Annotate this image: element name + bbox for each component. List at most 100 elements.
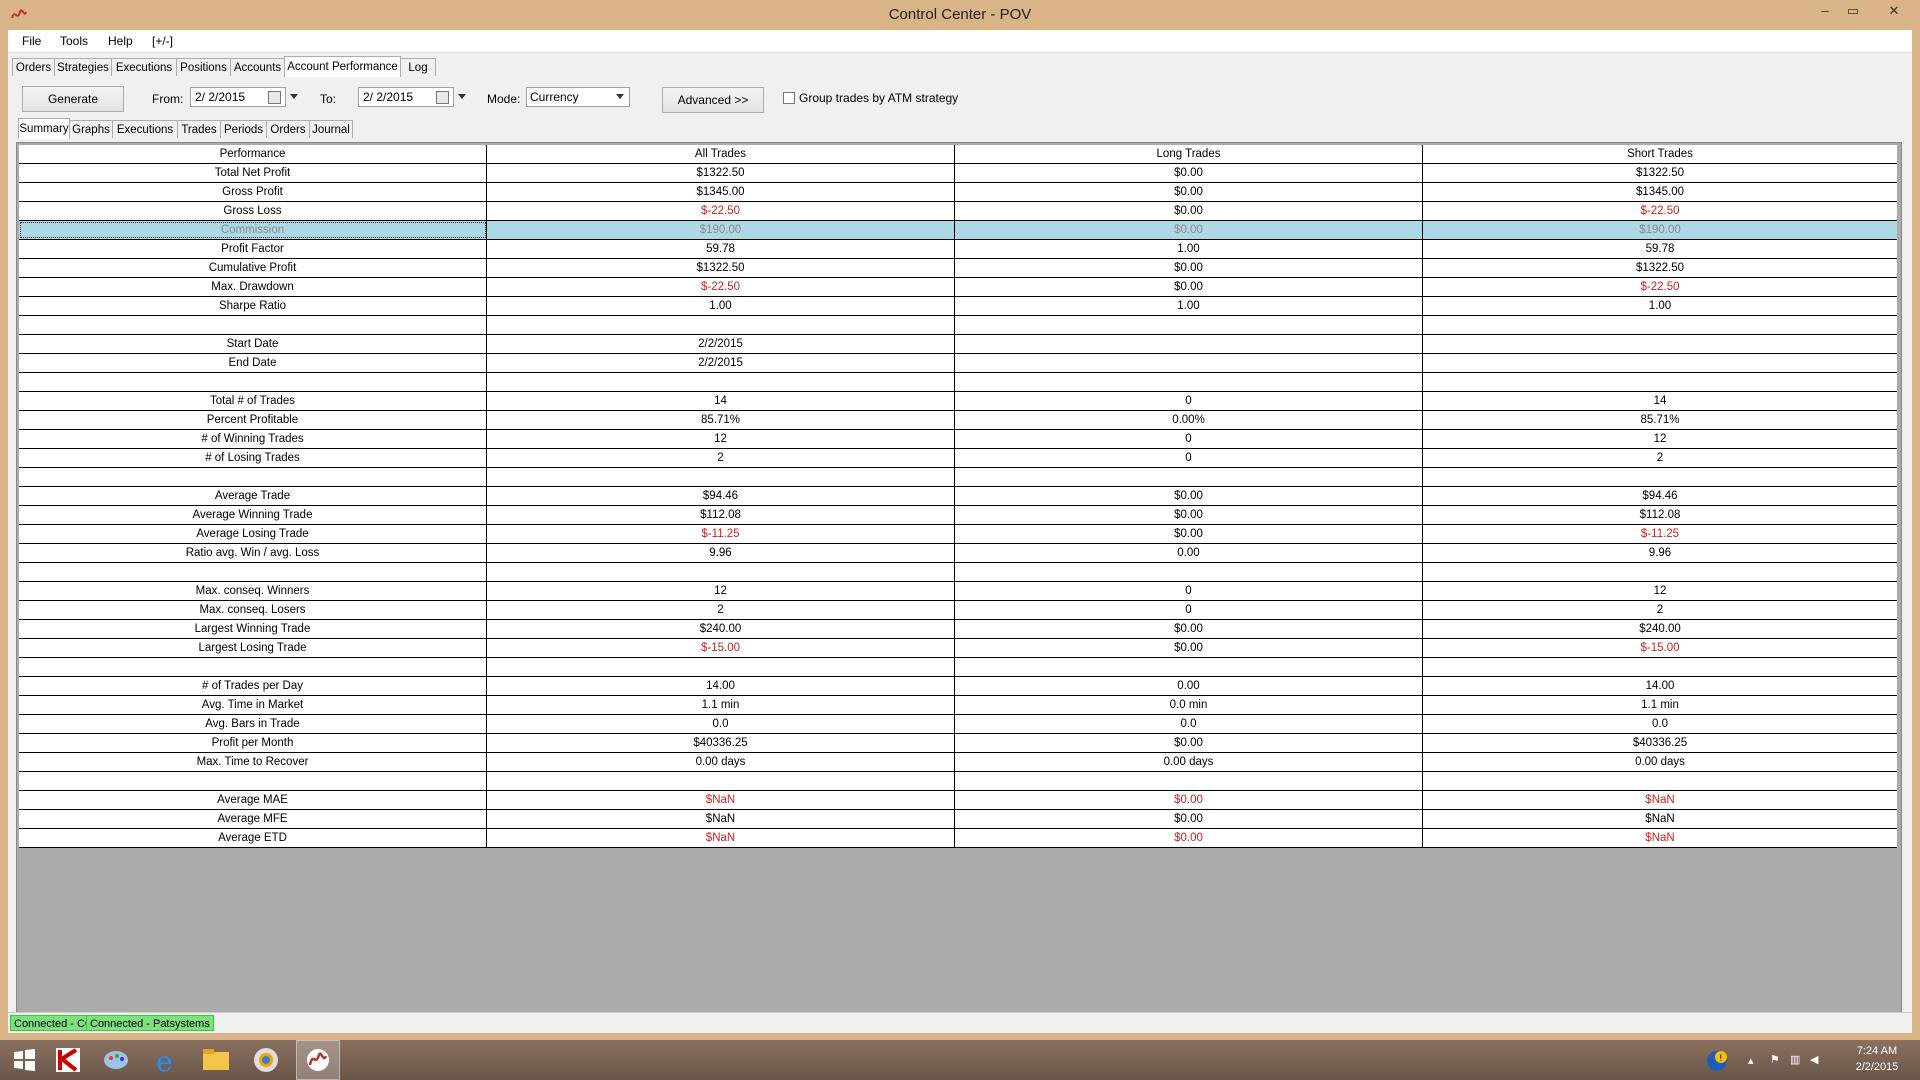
row-label-cell[interactable]: Commission (19, 221, 487, 239)
menu-expand[interactable]: [+/-] (152, 34, 173, 48)
all-trades-cell[interactable]: 14 (487, 392, 955, 410)
row-label-cell[interactable] (19, 772, 487, 790)
table-row[interactable]: Ratio avg. Win / avg. Loss 9.96 0.00 9.96 (19, 544, 1897, 563)
header-all-trades[interactable]: All Trades (487, 145, 955, 163)
long-trades-cell[interactable]: $0.00 (955, 278, 1423, 296)
all-trades-cell[interactable]: $-15.00 (487, 639, 955, 657)
long-trades-cell[interactable]: $0.00 (955, 183, 1423, 201)
short-trades-cell[interactable]: 9.96 (1423, 544, 1897, 562)
all-trades-cell[interactable]: $NaN (487, 829, 955, 847)
short-trades-cell[interactable]: 85.71% (1423, 411, 1897, 429)
all-trades-cell[interactable]: 1.1 min (487, 696, 955, 714)
short-trades-cell[interactable]: 0.0 (1423, 715, 1897, 733)
row-label-cell[interactable]: Largest Winning Trade (19, 620, 487, 638)
row-label-cell[interactable] (19, 468, 487, 486)
table-row[interactable]: Average Losing Trade $-11.25 $0.00 $-11.25 (19, 525, 1897, 544)
row-label-cell[interactable]: Total # of Trades (19, 392, 487, 410)
long-trades-cell[interactable]: $0.00 (955, 259, 1423, 277)
short-trades-cell[interactable] (1423, 335, 1897, 353)
network-icon[interactable]: ▥ (1790, 1053, 1800, 1066)
table-row[interactable]: End Date 2/2/2015 (19, 354, 1897, 373)
short-trades-cell[interactable]: $1345.00 (1423, 183, 1897, 201)
long-trades-cell[interactable]: 0 (955, 430, 1423, 448)
long-trades-cell[interactable]: $0.00 (955, 791, 1423, 809)
long-trades-cell[interactable]: 0.0 min (955, 696, 1423, 714)
tab-graphs[interactable]: Graphs (69, 120, 113, 138)
table-row[interactable]: Sharpe Ratio 1.00 1.00 1.00 (19, 297, 1897, 316)
internet-explorer-icon[interactable]: e (148, 1044, 184, 1076)
tab-orders[interactable]: Orders (12, 58, 55, 76)
menu-file[interactable]: File (22, 34, 41, 48)
row-label-cell[interactable]: End Date (19, 354, 487, 372)
long-trades-cell[interactable]: $0.00 (955, 164, 1423, 182)
minimize-button[interactable]: – (1810, 0, 1840, 22)
row-label-cell[interactable] (19, 658, 487, 676)
short-trades-cell[interactable]: $1322.50 (1423, 164, 1897, 182)
all-trades-cell[interactable]: $1322.50 (487, 259, 955, 277)
long-trades-cell[interactable] (955, 563, 1423, 581)
paint-icon[interactable] (98, 1044, 134, 1076)
long-trades-cell[interactable]: 1.00 (955, 297, 1423, 315)
long-trades-cell[interactable] (955, 772, 1423, 790)
short-trades-cell[interactable] (1423, 316, 1897, 334)
long-trades-cell[interactable] (955, 354, 1423, 372)
long-trades-cell[interactable]: $0.00 (955, 487, 1423, 505)
table-row[interactable] (19, 658, 1897, 677)
generate-button[interactable]: Generate (22, 86, 124, 112)
row-label-cell[interactable]: Percent Profitable (19, 411, 487, 429)
table-row[interactable]: Gross Loss $-22.50 $0.00 $-22.50 (19, 202, 1897, 221)
short-trades-cell[interactable] (1423, 373, 1897, 391)
tab-strategies[interactable]: Strategies (54, 58, 112, 76)
all-trades-cell[interactable]: 12 (487, 430, 955, 448)
all-trades-cell[interactable] (487, 563, 955, 581)
short-trades-cell[interactable] (1423, 658, 1897, 676)
row-label-cell[interactable]: Max. conseq. Losers (19, 601, 487, 619)
clock-time[interactable]: 7:24 AM (1852, 1045, 1902, 1057)
browser-icon[interactable] (248, 1044, 284, 1076)
notification-warning-icon[interactable]: ! (1706, 1050, 1728, 1072)
table-row[interactable]: Avg. Bars in Trade 0.0 0.0 0.0 (19, 715, 1897, 734)
all-trades-cell[interactable]: $240.00 (487, 620, 955, 638)
row-label-cell[interactable]: Max. Time to Recover (19, 753, 487, 771)
table-row[interactable]: Largest Losing Trade $-15.00 $0.00 $-15.00 (19, 639, 1897, 658)
row-label-cell[interactable]: Average MAE (19, 791, 487, 809)
table-row[interactable]: Percent Profitable 85.71% 0.00% 85.71% (19, 411, 1897, 430)
maximize-button[interactable]: ▭ (1838, 0, 1868, 22)
all-trades-cell[interactable]: 2 (487, 601, 955, 619)
table-row[interactable] (19, 563, 1897, 582)
short-trades-cell[interactable]: $NaN (1423, 810, 1897, 828)
table-row[interactable] (19, 316, 1897, 335)
from-date-picker[interactable]: 2/ 2/2015 (190, 87, 286, 107)
all-trades-cell[interactable]: $-11.25 (487, 525, 955, 543)
all-trades-cell[interactable]: 2/2/2015 (487, 335, 955, 353)
tab-account-performance[interactable]: Account Performance (284, 56, 401, 77)
short-trades-cell[interactable] (1423, 468, 1897, 486)
long-trades-cell[interactable]: 0 (955, 449, 1423, 467)
short-trades-cell[interactable]: $NaN (1423, 791, 1897, 809)
ninjatrader-taskbar-button[interactable] (296, 1040, 340, 1080)
file-explorer-icon[interactable] (198, 1044, 234, 1076)
all-trades-cell[interactable]: $NaN (487, 810, 955, 828)
all-trades-cell[interactable]: $1322.50 (487, 164, 955, 182)
short-trades-cell[interactable]: $190.00 (1423, 221, 1897, 239)
short-trades-cell[interactable]: $-22.50 (1423, 202, 1897, 220)
short-trades-cell[interactable]: 0.00 days (1423, 753, 1897, 771)
table-row[interactable]: Avg. Time in Market 1.1 min 0.0 min 1.1 min (19, 696, 1897, 715)
table-row[interactable]: Average ETD $NaN $0.00 $NaN (19, 829, 1897, 848)
all-trades-cell[interactable]: 2 (487, 449, 955, 467)
all-trades-cell[interactable]: $NaN (487, 791, 955, 809)
long-trades-cell[interactable]: 0.00 (955, 544, 1423, 562)
short-trades-cell[interactable]: 59.78 (1423, 240, 1897, 258)
title-bar[interactable]: Control Center - POV – ▭ ✕ (0, 0, 1920, 30)
tab-summary[interactable]: Summary (18, 118, 70, 139)
row-label-cell[interactable] (19, 563, 487, 581)
all-trades-cell[interactable]: $94.46 (487, 487, 955, 505)
long-trades-cell[interactable]: $0.00 (955, 202, 1423, 220)
all-trades-cell[interactable]: 9.96 (487, 544, 955, 562)
tab-positions[interactable]: Positions (176, 58, 231, 76)
table-row[interactable]: # of Losing Trades 2 0 2 (19, 449, 1897, 468)
table-row[interactable]: Largest Winning Trade $240.00 $0.00 $240.00 (19, 620, 1897, 639)
windows-start-icon[interactable] (6, 1044, 42, 1076)
row-label-cell[interactable]: # of Winning Trades (19, 430, 487, 448)
long-trades-cell[interactable]: 0 (955, 601, 1423, 619)
